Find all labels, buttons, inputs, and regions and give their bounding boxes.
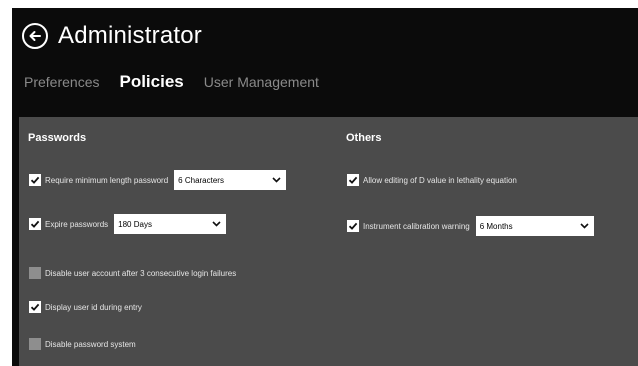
tab-policies[interactable]: Policies — [119, 72, 183, 92]
disable-system-label: Disable password system — [45, 339, 136, 349]
expire-checkbox[interactable] — [29, 218, 41, 230]
tab-bar: Preferences Policies User Management — [24, 72, 319, 92]
expire-value: 180 Days — [118, 219, 152, 229]
min-length-select[interactable]: 6 Characters — [174, 170, 287, 190]
disable-account-row: Disable user account after 3 consecutive… — [29, 267, 236, 279]
tab-preferences[interactable]: Preferences — [24, 74, 99, 90]
disable-account-label: Disable user account after 3 consecutive… — [45, 268, 237, 278]
allow-d-value-label: Allow editing of D value in lethality eq… — [363, 175, 517, 185]
checkmark-icon — [348, 176, 358, 184]
disable-system-row: Disable password system — [29, 338, 136, 350]
chevron-down-icon — [580, 223, 589, 229]
checkmark-icon — [30, 303, 40, 311]
display-user-id-row: Display user id during entry — [29, 301, 142, 313]
admin-window: Administrator Preferences Policies User … — [12, 8, 638, 366]
min-length-checkbox[interactable] — [29, 174, 41, 186]
disable-system-checkbox[interactable] — [29, 338, 41, 350]
calibration-value: 6 Months — [479, 221, 513, 231]
tab-user-management[interactable]: User Management — [204, 74, 319, 90]
calibration-checkbox[interactable] — [347, 220, 359, 232]
min-length-row: Require minimum length password 6 Charac… — [29, 170, 287, 190]
min-length-label: Require minimum length password — [45, 175, 169, 185]
calibration-select[interactable]: 6 Months — [475, 216, 594, 236]
chevron-down-icon — [272, 177, 281, 183]
checkmark-icon — [30, 220, 40, 228]
title-bar: Administrator — [22, 16, 202, 56]
policies-panel: Passwords Require minimum length passwor… — [19, 117, 638, 366]
checkmark-icon — [348, 222, 358, 230]
passwords-heading: Passwords — [28, 132, 87, 144]
chevron-down-icon — [212, 221, 221, 227]
calibration-label: Instrument calibration warning — [363, 221, 470, 231]
allow-d-value-row: Allow editing of D value in lethality eq… — [347, 174, 517, 186]
page-title: Administrator — [58, 22, 202, 49]
min-length-value: 6 Characters — [178, 175, 224, 185]
allow-d-value-checkbox[interactable] — [347, 174, 359, 186]
back-arrow-icon[interactable] — [22, 23, 48, 49]
display-user-id-checkbox[interactable] — [29, 301, 41, 313]
calibration-row: Instrument calibration warning 6 Months — [347, 216, 594, 236]
expire-select[interactable]: 180 Days — [114, 214, 227, 234]
checkmark-icon — [30, 176, 40, 184]
others-heading: Others — [346, 132, 382, 144]
expire-row: Expire passwords 180 Days — [29, 214, 227, 234]
disable-account-checkbox[interactable] — [29, 267, 41, 279]
display-user-id-label: Display user id during entry — [45, 302, 142, 312]
expire-label: Expire passwords — [45, 219, 109, 229]
